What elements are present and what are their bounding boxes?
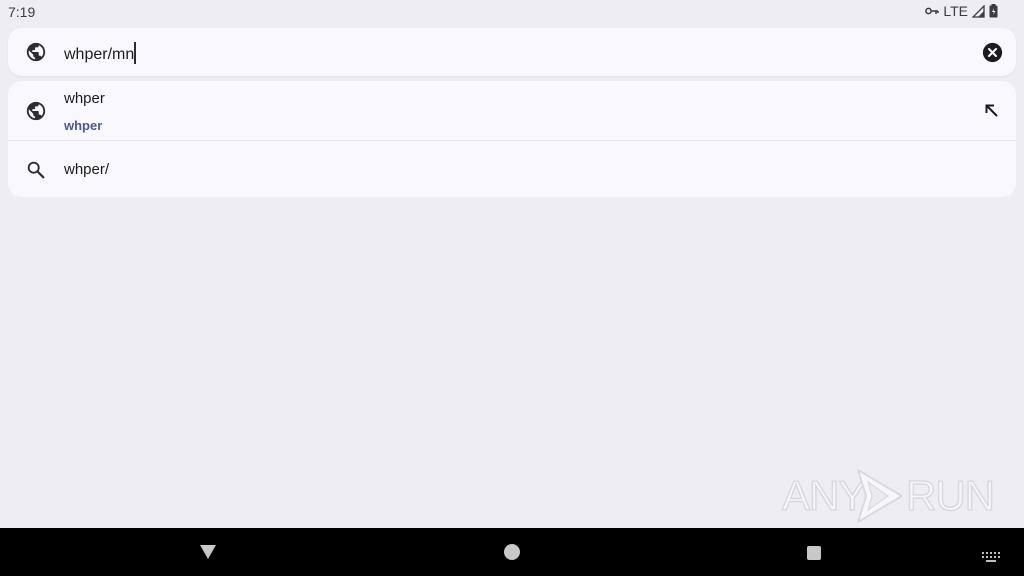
home-circle-icon — [504, 544, 520, 560]
suggestion-title: whper/ — [64, 161, 110, 178]
play-icon — [857, 469, 903, 523]
keyboard-icon — [982, 552, 1000, 562]
search-icon — [25, 159, 47, 185]
signal-icon — [972, 4, 985, 18]
refine-query-button[interactable] — [984, 103, 1000, 119]
nav-back-button[interactable] — [199, 544, 217, 564]
globe-icon — [25, 100, 47, 126]
nav-recents-button[interactable] — [807, 545, 821, 564]
screen: 7:19 LTE whper/mn whper whper whper/ ANY… — [0, 0, 1024, 576]
text-cursor — [134, 42, 137, 64]
arrow-up-left-icon — [985, 104, 998, 117]
watermark-text-right: RUN — [905, 471, 996, 520]
vpn-key-icon — [925, 6, 940, 16]
recents-square-icon — [807, 546, 821, 560]
suggestion-subtitle: whper — [64, 118, 103, 133]
battery-icon — [989, 4, 998, 18]
status-icons: LTE — [925, 3, 998, 19]
suggestion-item[interactable]: whper whper — [8, 81, 1016, 141]
suggestion-title: whper — [64, 90, 105, 107]
suggestion-item[interactable]: whper/ — [8, 141, 1016, 197]
omnibox: whper/mn — [8, 28, 1016, 76]
anyrun-watermark-logo: ANY RUN — [781, 466, 996, 526]
globe-icon — [25, 41, 47, 67]
status-bar: 7:19 LTE — [0, 0, 1024, 24]
navigation-bar — [0, 528, 1024, 576]
keyboard-button[interactable] — [982, 547, 1000, 566]
status-time: 7:19 — [8, 4, 36, 20]
network-type: LTE — [943, 3, 968, 19]
nav-home-button[interactable] — [504, 544, 520, 564]
search-input[interactable]: whper/mn — [64, 42, 137, 64]
search-input-value: whper/mn — [64, 46, 135, 63]
clear-icon — [982, 42, 1003, 63]
clear-button[interactable] — [982, 42, 1003, 63]
suggestions-list: whper whper whper/ — [8, 81, 1016, 197]
back-triangle-icon — [200, 545, 216, 559]
